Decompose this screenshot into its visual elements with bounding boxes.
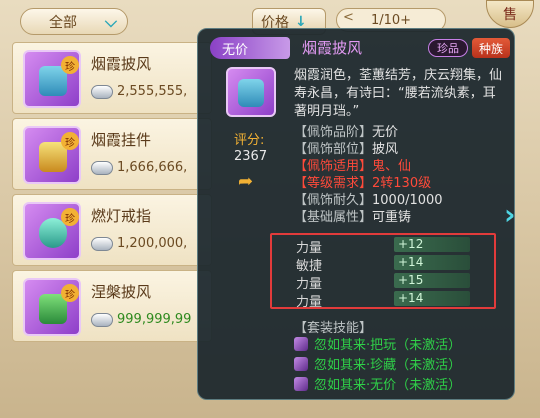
item-icon: 珍 bbox=[23, 126, 81, 184]
property-key: 【等级需求】 bbox=[294, 176, 373, 191]
property-row: 【佩饰品阶】无价 bbox=[294, 125, 398, 141]
item-price: 2,555,555, bbox=[117, 84, 188, 99]
property-row: 【等级需求】2转130级 bbox=[294, 176, 431, 192]
list-item[interactable]: 珍 燃灯戒指 1,200,000, bbox=[12, 194, 212, 266]
skill-icon bbox=[294, 377, 308, 391]
chevron-right-icon[interactable]: › bbox=[504, 198, 526, 232]
silver-coin-icon bbox=[91, 237, 113, 251]
score-label: 评分: bbox=[234, 133, 265, 148]
item-name: 燃灯戒指 bbox=[91, 207, 152, 225]
share-icon[interactable]: ➦ bbox=[238, 171, 264, 195]
stat-name: 力量 bbox=[296, 241, 323, 256]
skill-row: 忽如其来·无价（未激活） bbox=[294, 374, 461, 393]
rare-badge: 珍 bbox=[61, 208, 79, 226]
skill-icon bbox=[294, 357, 308, 371]
stat-name: 敏捷 bbox=[296, 259, 323, 274]
property-key: 【基础属性】 bbox=[294, 210, 373, 225]
silver-coin-icon bbox=[91, 313, 113, 327]
skill-label: 忽如其来·把玩（未激活） bbox=[314, 338, 462, 353]
item-name: 烟霞披风 bbox=[91, 55, 152, 73]
property-key: 【佩饰部位】 bbox=[294, 142, 373, 157]
list-item[interactable]: 珍 烟霞挂件 1,666,666, bbox=[12, 118, 212, 190]
property-value: 1000/1000 bbox=[372, 193, 443, 208]
stat-value-bar: +12 bbox=[394, 237, 470, 252]
list-item[interactable]: 珍 烟霞披风 2,555,555, bbox=[12, 42, 212, 114]
item-name: 烟霞挂件 bbox=[91, 131, 152, 149]
silver-coin-icon bbox=[91, 161, 113, 175]
stat-name: 力量 bbox=[296, 295, 323, 310]
property-key: 【佩饰适用】 bbox=[294, 159, 373, 174]
skill-icon bbox=[294, 337, 308, 351]
rare-badge: 珍品 bbox=[428, 39, 468, 57]
property-row: 【佩饰适用】鬼、仙 bbox=[294, 159, 411, 175]
prev-page-icon[interactable]: < bbox=[343, 10, 354, 25]
list-item[interactable]: 珍 涅槃披风 999,999,99 bbox=[12, 270, 212, 342]
rare-badge: 珍 bbox=[61, 132, 79, 150]
skill-row: 忽如其来·把玩（未激活） bbox=[294, 334, 461, 353]
stat-value-bar: +14 bbox=[394, 291, 470, 306]
stat-value-bar: +15 bbox=[394, 273, 470, 288]
item-description: 烟霞润色，荃蕙结芳，庆云翔集，仙寿永昌，有诗曰：“腰若流纨素，耳著明月珰。” bbox=[294, 68, 503, 119]
page-label: 1/10+ bbox=[370, 12, 412, 28]
skill-row: 忽如其来·珍藏（未激活） bbox=[294, 354, 461, 373]
rare-badge: 珍 bbox=[61, 284, 79, 302]
property-value: 可重铸 bbox=[372, 210, 412, 225]
property-value: 披风 bbox=[372, 142, 399, 157]
property-row: 【佩饰耐久】1000/1000 bbox=[294, 193, 443, 209]
category-filter-dropdown[interactable]: 全部 ⌵ bbox=[20, 8, 128, 35]
rare-badge: 珍 bbox=[61, 56, 79, 74]
skill-label: 忽如其来·珍藏（未激活） bbox=[314, 358, 462, 373]
item-icon: 珍 bbox=[23, 50, 81, 108]
property-row: 【佩饰部位】披风 bbox=[294, 142, 398, 158]
score-value: 2367 bbox=[234, 149, 268, 164]
race-button[interactable]: 种族 bbox=[472, 38, 510, 58]
stat-name: 力量 bbox=[296, 277, 323, 292]
item-price: 1,200,000, bbox=[117, 236, 188, 251]
property-value: 2转130级 bbox=[372, 176, 432, 191]
chevron-down-icon: ⌵ bbox=[104, 12, 117, 31]
stat-value-bar: +14 bbox=[394, 255, 470, 270]
item-tooltip: 无价 烟霞披风 珍品 种族 评分: 2367 ➦ 烟霞润色，荃蕙结芳，庆云翔集，… bbox=[197, 28, 515, 400]
property-key: 【佩饰品阶】 bbox=[294, 125, 373, 140]
property-value: 鬼、仙 bbox=[372, 159, 412, 174]
cape-icon bbox=[238, 79, 264, 107]
item-icon: 珍 bbox=[23, 278, 81, 336]
rank-ribbon: 无价 bbox=[210, 37, 290, 59]
item-price: 999,999,99 bbox=[117, 312, 192, 327]
sell-label: 售 bbox=[503, 7, 517, 23]
silver-coin-icon bbox=[91, 85, 113, 99]
skill-label: 忽如其来·无价（未激活） bbox=[314, 378, 462, 393]
property-value: 无价 bbox=[372, 125, 399, 140]
tooltip-item-icon bbox=[226, 67, 276, 117]
item-name: 涅槃披风 bbox=[91, 283, 152, 301]
item-price: 1,666,666, bbox=[117, 160, 188, 175]
category-filter-label: 全部 bbox=[49, 14, 77, 31]
tooltip-title: 烟霞披风 bbox=[302, 39, 363, 57]
property-key: 【佩饰耐久】 bbox=[294, 193, 373, 208]
item-icon: 珍 bbox=[23, 202, 81, 260]
property-row: 【基础属性】可重铸 bbox=[294, 210, 411, 226]
